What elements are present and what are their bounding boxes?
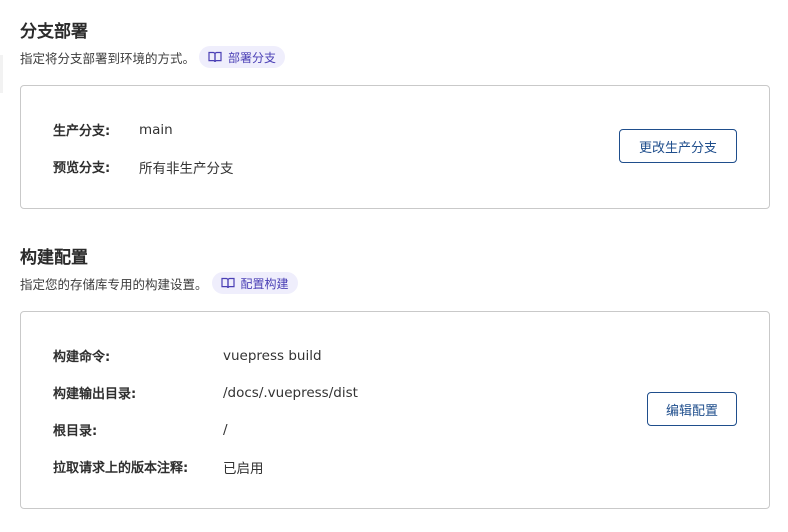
branch-doc-link-label: 部署分支 [228, 50, 277, 65]
change-production-branch-button[interactable]: 更改生产分支 [619, 129, 737, 163]
edit-config-button[interactable]: 编辑配置 [647, 392, 737, 426]
pr-comments-row: 拉取请求上的版本注释: 已启用 [53, 457, 264, 477]
build-section-description-row: 指定您的存储库专用的构建设置。 配置构建 [20, 272, 298, 294]
left-edge-marker [0, 55, 3, 93]
pr-comments-value: 已启用 [223, 460, 264, 477]
branch-settings-card: 生产分支: main 预览分支: 所有非生产分支 更改生产分支 [20, 85, 770, 209]
root-dir-value: / [223, 421, 228, 438]
build-output-dir-label: 构建输出目录: [53, 387, 137, 402]
preview-branch-label: 预览分支: [53, 161, 111, 176]
build-command-label: 构建命令: [53, 350, 111, 365]
build-section-description: 指定您的存储库专用的构建设置。 [20, 276, 208, 292]
book-icon [208, 51, 222, 63]
preview-branch-value: 所有非生产分支 [139, 160, 234, 177]
root-dir-row: 根目录: / [53, 420, 228, 440]
production-branch-label: 生产分支: [53, 124, 111, 139]
root-dir-label: 根目录: [53, 424, 98, 439]
branch-section-title: 分支部署 [20, 22, 88, 42]
branch-section-description: 指定将分支部署到环境的方式。 [20, 50, 196, 66]
production-branch-value: main [139, 121, 173, 138]
build-doc-link[interactable]: 配置构建 [211, 272, 298, 294]
preview-branch-row: 预览分支: 所有非生产分支 [53, 157, 234, 177]
book-icon [220, 277, 235, 289]
build-command-value: vuepress build [223, 347, 322, 364]
build-output-dir-row: 构建输出目录: /docs/.vuepress/dist [53, 383, 358, 403]
pr-comments-label: 拉取请求上的版本注释: [53, 461, 189, 476]
build-section-title: 构建配置 [20, 248, 88, 268]
build-doc-link-label: 配置构建 [240, 276, 289, 291]
build-settings-card: 构建命令: vuepress build 构建输出目录: /docs/.vuep… [20, 311, 770, 509]
branch-section-description-row: 指定将分支部署到环境的方式。 部署分支 [20, 46, 286, 68]
production-branch-row: 生产分支: main [53, 120, 173, 140]
build-command-row: 构建命令: vuepress build [53, 346, 322, 366]
build-output-dir-value: /docs/.vuepress/dist [223, 384, 358, 401]
branch-doc-link[interactable]: 部署分支 [199, 46, 286, 68]
